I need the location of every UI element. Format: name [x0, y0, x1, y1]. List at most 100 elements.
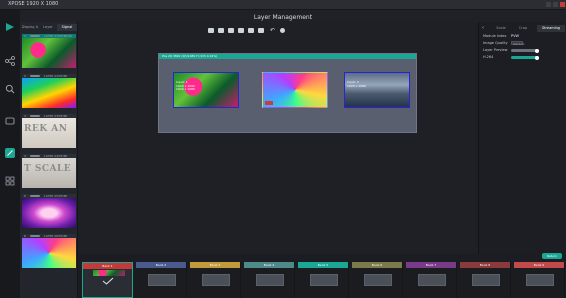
window-3[interactable]: Input: 3 1920 x 1080 [344, 72, 410, 108]
undo-icon[interactable]: ↶ [270, 28, 275, 34]
return-button[interactable]: Return [542, 253, 562, 259]
bank-label: Bank 1 [83, 263, 132, 269]
row-layer-preview: Layer Preview [483, 48, 563, 53]
row-module-index: Module Index PVW [483, 34, 563, 39]
layer-visibility-toggle[interactable] [30, 235, 40, 237]
window-1-res2: 1920 x 1080 [176, 87, 195, 92]
tab-signal[interactable]: Signal [57, 24, 77, 31]
bank-label: Bank 8 [460, 262, 510, 268]
close-button[interactable] [560, 2, 565, 7]
layer-list-tabs: Display A Layer Signal [20, 24, 78, 32]
bank-5[interactable]: Bank 5 [298, 262, 349, 298]
bank-label: Bank 3 [190, 262, 240, 268]
layer-preview-toggle[interactable] [511, 48, 539, 53]
layer-item[interactable]: 2 LAYER 02/HDMI [22, 74, 76, 108]
row-image-quality: Image Quality Standard [483, 41, 563, 46]
bank-slot[interactable] [202, 274, 230, 286]
checkmark-icon [102, 277, 114, 285]
properties-tabs: ‹ Scale Crop Streaming [479, 25, 566, 32]
bank-6[interactable]: Bank 6 [352, 262, 403, 298]
layer-visibility-toggle[interactable] [30, 195, 40, 197]
settings-icon[interactable] [280, 28, 285, 33]
play-icon[interactable] [5, 22, 15, 32]
layer-preview-label: Layer Preview [483, 48, 508, 52]
window-2[interactable] [262, 72, 328, 108]
copy-icon[interactable] [248, 28, 254, 33]
search-icon[interactable] [5, 84, 15, 94]
bank-slot[interactable] [418, 274, 446, 286]
bank-7[interactable]: Bank 7 [406, 262, 457, 298]
bank-slot[interactable] [148, 274, 176, 286]
layer-down-icon[interactable] [238, 28, 244, 33]
thumbnail-text: REK AN [24, 124, 68, 134]
bank-bar: Bank 1 Bank 2 Bank 3 Bank 4 Bank 5 Bank 6 Bank… [78, 262, 566, 298]
bank-label: Bank 2 [136, 262, 186, 268]
bank-4[interactable]: Bank 4 [244, 262, 295, 298]
module-index-value[interactable]: PVW [511, 34, 519, 39]
window-1[interactable]: Input: 1 1920 x 1080 1920 x 1080 [173, 72, 239, 108]
h264-toggle[interactable] [511, 55, 539, 60]
bank-slot[interactable] [256, 274, 284, 286]
layer-thumbnail[interactable] [22, 78, 76, 108]
tab-scale[interactable]: Scale [491, 25, 511, 32]
paste-icon[interactable] [258, 28, 264, 33]
bank-slot[interactable] [310, 274, 338, 286]
layer-thumbnail[interactable]: REK AN [22, 118, 76, 148]
properties-panel: ‹ Scale Crop Streaming Module Index PVW … [478, 22, 566, 254]
layer-visibility-toggle[interactable] [30, 155, 40, 157]
tab-streaming[interactable]: Streaming [537, 25, 565, 32]
window-3-info: Input: 3 1920 x 1080 [347, 80, 366, 88]
minimize-button[interactable] [546, 2, 551, 7]
bank-label: Bank 5 [298, 262, 348, 268]
layer-item[interactable]: 1 LAYER 01/HDMI/5K [22, 34, 76, 68]
bank-3[interactable]: Bank 3 [190, 262, 241, 298]
layer-item[interactable]: 5 LAYER 05/HDMI [22, 194, 76, 228]
layer-thumbnail[interactable] [22, 238, 76, 268]
layer-item[interactable]: 4 LAYER 04/HDMI T SCALE [22, 154, 76, 188]
bank-2[interactable]: Bank 2 [136, 262, 187, 298]
image-quality-value: Standard [513, 43, 525, 46]
maximize-button[interactable] [553, 2, 558, 7]
bank-9[interactable]: Bank 9 [514, 262, 565, 298]
layer-item[interactable]: 3 LAYER 03/HDMI REK AN [22, 114, 76, 148]
bank-label: Bank 4 [244, 262, 294, 268]
image-quality-label: Image Quality [483, 41, 508, 45]
app-root: XPOSE 1920 X 1080 Layer Management Displ… [0, 0, 566, 298]
tab-crop[interactable]: Crop [513, 25, 533, 32]
layer-thumbnail[interactable] [22, 38, 76, 68]
network-icon[interactable] [5, 56, 15, 66]
back-icon[interactable]: ‹ [482, 25, 484, 32]
header: Layer Management [0, 10, 566, 22]
screen-label: Pos 26 3840 (W)/1080 H (1th 0.19%) [162, 54, 218, 58]
tab-layer[interactable]: Layer [40, 24, 56, 31]
layer-visibility-toggle[interactable] [30, 115, 40, 117]
bank-preview [93, 270, 125, 276]
image-quality-select[interactable]: Standard [511, 41, 525, 46]
layer-front-icon[interactable] [208, 28, 214, 33]
layer-visibility-toggle[interactable] [30, 75, 40, 77]
bank-slot[interactable] [526, 274, 554, 286]
layer-thumbnail[interactable]: T SCALE [22, 158, 76, 188]
grid-icon[interactable] [5, 176, 15, 186]
bank-slot[interactable] [472, 274, 500, 286]
bank-1[interactable]: Bank 1 [82, 262, 133, 298]
bank-8[interactable]: Bank 8 [460, 262, 511, 298]
layer-thumbnail[interactable] [22, 198, 76, 228]
layer-visibility-toggle[interactable] [30, 35, 40, 37]
bank-label: Bank 6 [352, 262, 402, 268]
toggle-knob [535, 48, 539, 53]
layer-list-panel: Display A Layer Signal 1 LAYER 01/HDMI/5K… [20, 22, 78, 298]
layer-up-icon[interactable] [228, 28, 234, 33]
left-nav [0, 10, 20, 298]
screen-canvas[interactable]: Pos 26 3840 (W)/1080 H (1th 0.19%) Input… [158, 53, 417, 133]
page-title: Layer Management [253, 14, 313, 21]
layer-item[interactable]: 6 LAYER 06/HDMI [22, 234, 76, 268]
h264-label: H.264 [483, 55, 494, 59]
window-icon[interactable] [5, 116, 15, 126]
tab-display[interactable]: Display A [21, 24, 39, 31]
bank-slot[interactable] [364, 274, 392, 286]
edit-icon[interactable] [5, 148, 15, 158]
module-index-label: Module Index [483, 34, 507, 38]
row-h264: H.264 [483, 55, 563, 60]
layer-back-icon[interactable] [218, 28, 224, 33]
